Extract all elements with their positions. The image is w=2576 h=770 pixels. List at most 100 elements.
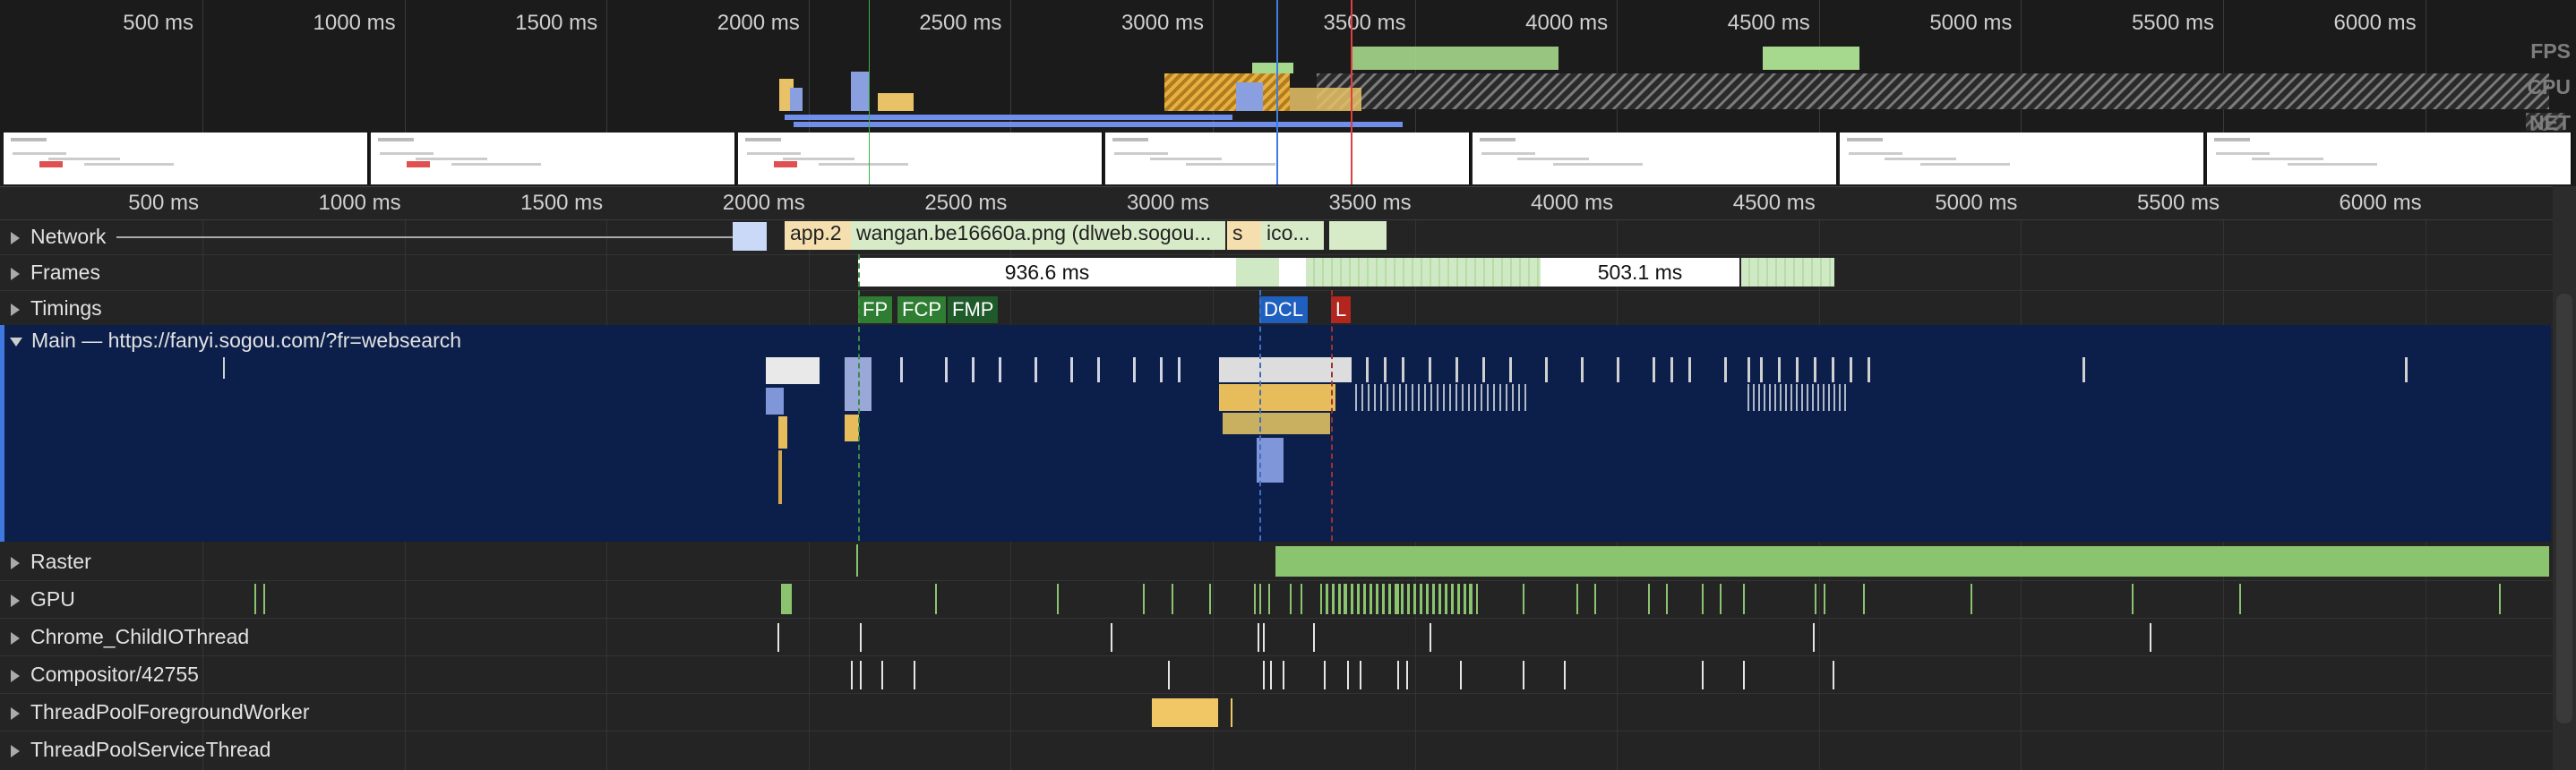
gpu-task[interactable] <box>1301 584 1302 614</box>
flame-event[interactable] <box>1380 384 1382 411</box>
flame-event[interactable] <box>1474 384 1476 411</box>
flame-event[interactable] <box>945 357 948 382</box>
flame-event[interactable] <box>1399 384 1401 411</box>
load-timing-marker[interactable]: L <box>1331 296 1352 323</box>
worker-task[interactable] <box>1152 698 1218 727</box>
threadpool-service-track[interactable]: ThreadPoolServiceThread <box>0 731 2576 770</box>
childio-track-label[interactable]: Chrome_ChildIOThread <box>11 625 249 649</box>
flame-event[interactable] <box>1405 384 1407 411</box>
threadpool-foreground-track[interactable]: ThreadPoolForegroundWorker <box>0 693 2576 732</box>
flame-event[interactable] <box>1506 384 1507 411</box>
gpu-task[interactable] <box>781 584 792 614</box>
gpu-task[interactable] <box>1720 584 1722 614</box>
gpu-track[interactable]: GPU <box>0 580 2576 619</box>
flame-event[interactable] <box>1817 384 1819 411</box>
expand-arrow-icon[interactable] <box>11 267 20 280</box>
gpu-task[interactable] <box>1594 584 1596 614</box>
flame-event[interactable] <box>1778 357 1781 382</box>
flame-event[interactable] <box>1839 384 1841 411</box>
flame-event[interactable] <box>1828 384 1830 411</box>
flame-event[interactable] <box>1487 384 1489 411</box>
expand-arrow-icon[interactable] <box>11 669 20 682</box>
compositor-task[interactable] <box>1406 661 1408 689</box>
flame-event[interactable] <box>1429 357 1431 382</box>
flame-event[interactable] <box>1387 384 1388 411</box>
flame-event[interactable] <box>1670 357 1673 382</box>
compositor-task[interactable] <box>1360 661 1361 689</box>
flame-event[interactable] <box>1747 384 1749 411</box>
flame-event[interactable] <box>1823 384 1825 411</box>
gpu-task[interactable] <box>1648 584 1650 614</box>
compositor-task[interactable] <box>1460 661 1462 689</box>
threadpool-foreground-label[interactable]: ThreadPoolForegroundWorker <box>11 700 310 724</box>
flame-event[interactable] <box>766 388 784 415</box>
gpu-task[interactable] <box>1523 584 1524 614</box>
fp-timing-marker[interactable]: FP <box>858 296 893 323</box>
flame-event[interactable] <box>900 357 903 382</box>
gpu-track-label[interactable]: GPU <box>11 587 75 612</box>
network-track[interactable]: Network app.2 wangan.be16660a.png (dlweb… <box>0 218 2576 255</box>
expand-arrow-icon[interactable] <box>11 231 20 244</box>
io-task[interactable] <box>1430 623 1431 652</box>
screenshot-thumbnail[interactable] <box>1840 133 2205 184</box>
flame-event[interactable] <box>1796 384 1798 411</box>
flame-event[interactable] <box>766 357 820 384</box>
flame-event[interactable] <box>1796 357 1799 382</box>
flame-event[interactable] <box>2082 357 2085 382</box>
flame-event[interactable] <box>1178 357 1181 382</box>
gpu-task[interactable] <box>1254 584 1256 614</box>
network-request[interactable]: ico... <box>1261 221 1324 250</box>
gpu-task[interactable] <box>1815 584 1816 614</box>
compositor-task[interactable] <box>1564 661 1566 689</box>
flame-event[interactable] <box>1443 384 1445 411</box>
flame-event[interactable] <box>972 357 975 382</box>
gpu-task-cluster[interactable] <box>1326 584 1478 614</box>
io-task[interactable] <box>1258 623 1259 652</box>
flame-event[interactable] <box>2405 357 2408 382</box>
flame-event[interactable] <box>1807 384 1808 411</box>
frame[interactable] <box>1741 258 1834 287</box>
flame-event[interactable] <box>1832 357 1834 382</box>
flame-event[interactable] <box>1493 384 1495 411</box>
flame-event[interactable] <box>1753 384 1755 411</box>
flame-event[interactable] <box>1747 357 1750 382</box>
expand-arrow-icon[interactable] <box>11 631 20 645</box>
flame-event[interactable] <box>1499 384 1501 411</box>
timeline-overview[interactable]: 500 ms 1000 ms 1500 ms 2000 ms 2500 ms 3000 m… <box>0 0 2576 186</box>
frame-duration[interactable]: 936.6 ms <box>858 258 1236 287</box>
flame-event[interactable] <box>1524 384 1526 411</box>
flame-event[interactable] <box>1653 357 1655 382</box>
gpu-task[interactable] <box>263 584 265 614</box>
compositor-task[interactable] <box>1743 661 1745 689</box>
flame-event[interactable] <box>1617 357 1619 382</box>
flame-event[interactable] <box>1374 384 1376 411</box>
io-task[interactable] <box>1813 623 1815 652</box>
expand-arrow-icon[interactable] <box>11 706 20 720</box>
flame-event[interactable] <box>1355 384 1357 411</box>
flame-event[interactable] <box>1850 357 1852 382</box>
gpu-task[interactable] <box>1209 584 1211 614</box>
raster-activity[interactable] <box>1275 546 2549 577</box>
fcp-timing-marker[interactable]: FCP <box>897 296 946 323</box>
flame-event[interactable] <box>1688 357 1691 382</box>
flame-event[interactable] <box>1760 357 1763 382</box>
gpu-task[interactable] <box>2132 584 2134 614</box>
childio-track[interactable]: Chrome_ChildIOThread <box>0 618 2576 656</box>
gpu-task[interactable] <box>2239 584 2241 614</box>
network-request[interactable]: wangan.be16660a.png (dlweb.sogou... <box>851 221 1225 250</box>
frame[interactable] <box>1306 258 1541 287</box>
gpu-task[interactable] <box>1320 584 1322 614</box>
gpu-task[interactable] <box>1702 584 1704 614</box>
flame-event[interactable] <box>1844 384 1846 411</box>
expand-arrow-icon[interactable] <box>11 594 20 607</box>
collapse-arrow-icon[interactable] <box>10 337 22 346</box>
frame-duration[interactable]: 503.1 ms <box>1541 258 1739 287</box>
gpu-task[interactable] <box>254 584 256 614</box>
time-ruler[interactable]: 500 ms 1000 ms 1500 ms 2000 ms 2500 ms 3000 m… <box>0 186 2576 220</box>
flame-event[interactable] <box>1814 357 1816 382</box>
raster-track-label[interactable]: Raster <box>11 550 91 574</box>
flame-event[interactable] <box>1402 357 1404 382</box>
gpu-task[interactable] <box>1666 584 1668 614</box>
gpu-task[interactable] <box>1824 584 1825 614</box>
expand-arrow-icon[interactable] <box>11 556 20 569</box>
